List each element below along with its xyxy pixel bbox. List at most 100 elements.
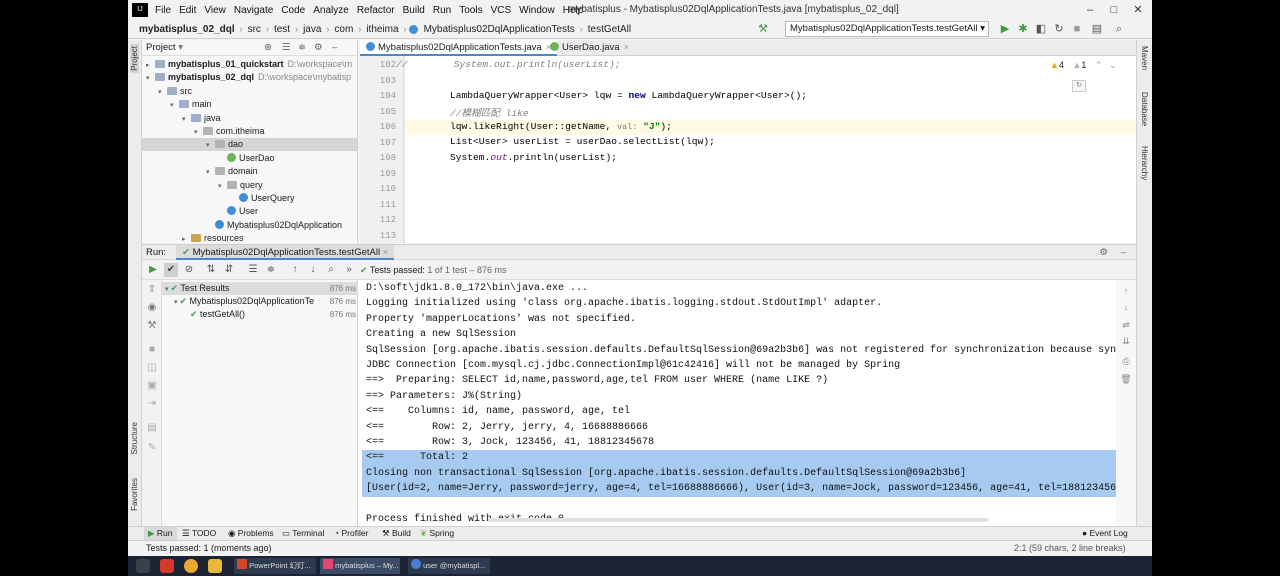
hide-icon[interactable]: – — [332, 40, 337, 56]
chevron-down-icon[interactable]: ⌄ — [1105, 60, 1117, 70]
run-configuration-select[interactable]: Mybatisplus02DqlApplicationTests.testGet… — [785, 21, 989, 37]
minimize-button[interactable]: – — [1078, 2, 1102, 18]
wrench-icon[interactable]: ⚒ — [145, 320, 159, 334]
chevron-down-icon[interactable]: ▾ — [182, 113, 191, 126]
menu-window[interactable]: Window — [515, 5, 559, 16]
coverage-icon[interactable]: ◧ — [1034, 22, 1048, 36]
folder-icon[interactable] — [208, 559, 222, 573]
menu-edit[interactable]: Edit — [175, 5, 200, 16]
previous-failed-icon[interactable]: ↑ — [288, 263, 302, 277]
chevron-down-icon[interactable]: ▾ — [218, 180, 227, 193]
breadcrumb-class[interactable]: Mybatisplus02DqlApplicationTests — [421, 24, 578, 35]
down-arrow-icon[interactable]: ↓ — [1120, 302, 1132, 314]
profile-icon[interactable]: ↻ — [1052, 22, 1066, 36]
build-hammer-icon[interactable]: ⚒ — [756, 22, 770, 36]
chevron-down-icon[interactable]: ▾ — [206, 166, 215, 179]
debug-icon[interactable]: ✱ — [1016, 22, 1030, 36]
test-tree-row[interactable]: ✔ testGetAll() 876 ms — [162, 308, 358, 321]
close-icon[interactable]: × — [383, 247, 389, 258]
breadcrumb-src[interactable]: src — [245, 24, 264, 35]
hide-icon[interactable]: – — [1121, 245, 1126, 260]
menu-navigate[interactable]: Navigate — [230, 5, 277, 16]
taskbar-app-intellij[interactable]: mybatisplus – My... — [320, 558, 400, 574]
project-tree-item[interactable]: ▾ mybatisplus_02_dql D:\workspace\mybatisp — [142, 71, 357, 84]
run-tab[interactable]: ✔ Mybatisplus02DqlApplicationTests.testG… — [176, 245, 395, 260]
gear-icon[interactable]: ⚙ — [1099, 245, 1108, 260]
chevron-right-icon[interactable]: ▸ — [182, 233, 191, 243]
pin-tab-icon[interactable]: ✎ — [145, 442, 159, 456]
pin-icon[interactable]: ⇧ — [145, 284, 159, 298]
collapse-all-icon[interactable]: ≑ — [298, 40, 306, 56]
run-icon[interactable]: ▶ — [998, 22, 1012, 36]
tab-userdao-java[interactable]: UserDao.java × — [544, 40, 635, 56]
menu-file[interactable]: File — [151, 5, 175, 16]
inspection-widget[interactable]: ▲4 ▲1 ⌃ ⌄ — [1050, 60, 1117, 71]
expand-all-icon[interactable]: ☰ — [282, 40, 291, 56]
test-tree-row[interactable]: ▾ ✔ Test Results 876 ms — [162, 282, 358, 295]
project-tree-item[interactable]: ▸ resources — [142, 232, 357, 243]
tab-profiler[interactable]: ◔ Profiler — [330, 527, 372, 541]
up-arrow-icon[interactable]: ↑ — [1120, 286, 1132, 298]
tab-run[interactable]: ▶ Run — [144, 527, 177, 541]
snapshot-icon[interactable]: ▣ — [145, 380, 159, 394]
soft-wrap-icon[interactable]: ⇌ — [1120, 320, 1132, 332]
menu-code[interactable]: Code — [277, 5, 309, 16]
console-output[interactable]: D:\soft\jdk1.8.0_172\bin\java.exe ... Log… — [358, 280, 1136, 526]
project-tree-item[interactable]: ▾ src — [142, 85, 357, 99]
maven-reload-icon[interactable]: ↻ — [1072, 80, 1086, 92]
console-hscrollbar[interactable] — [488, 518, 988, 522]
menu-refactor[interactable]: Refactor — [353, 5, 399, 16]
tab-tests-java[interactable]: Mybatisplus02DqlApplicationTests.java × — [360, 40, 558, 56]
collapse-all-icon[interactable]: ≑ — [264, 263, 278, 277]
menu-tools[interactable]: Tools — [455, 5, 486, 16]
chevron-right-icon[interactable]: ▸ — [146, 59, 155, 72]
exit-icon[interactable]: ⇥ — [145, 398, 159, 412]
rerun-icon[interactable]: ▶ — [146, 263, 160, 277]
project-tree-item[interactable]: UserDao — [142, 152, 357, 165]
menu-view[interactable]: View — [200, 5, 230, 16]
trash-icon[interactable]: 🗑 — [1120, 374, 1132, 386]
search-icon[interactable]: ⌕ — [1112, 22, 1126, 36]
favorites-tool-tab[interactable]: Favorites — [130, 478, 139, 511]
show-ignored-icon[interactable]: ⊘ — [182, 263, 196, 277]
scroll-to-end-icon[interactable]: ⇊ — [1120, 336, 1132, 348]
test-tree-row[interactable]: ▾ ✔ Mybatisplus02DqlApplicationTe 876 ms — [162, 295, 358, 308]
project-panel-title[interactable]: Project — [146, 42, 176, 53]
project-tree-item[interactable]: ▾ domain — [142, 165, 357, 179]
project-structure-icon[interactable]: ▤ — [1090, 22, 1104, 36]
camera-icon[interactable]: ◉ — [145, 302, 159, 316]
maven-tool-tab[interactable]: Maven — [1140, 46, 1149, 70]
tab-problems[interactable]: ◉ Problems — [224, 527, 278, 541]
database-tool-tab[interactable]: Database — [1140, 92, 1149, 126]
breadcrumb-test[interactable]: test — [271, 24, 293, 35]
app-icon[interactable] — [160, 559, 174, 573]
menu-build[interactable]: Build — [399, 5, 429, 16]
sort-duration-icon[interactable]: ⇵ — [222, 263, 236, 277]
show-passed-icon[interactable]: ✔ — [164, 263, 178, 277]
breadcrumb-method[interactable]: testGetAll — [585, 24, 634, 35]
menu-vcs[interactable]: VCS — [487, 5, 516, 16]
search-icon[interactable]: ⌕ — [324, 263, 338, 277]
print-icon[interactable]: ⎙ — [1120, 356, 1132, 368]
project-tree-item[interactable]: ▾ main — [142, 98, 357, 111]
stop-icon[interactable]: ■ — [1070, 22, 1084, 36]
chevron-down-icon[interactable]: ▾ — [158, 86, 167, 99]
taskbar-app-powerpoint[interactable]: PowerPoint 幻灯... — [234, 558, 316, 574]
layout-icon[interactable]: ▤ — [145, 422, 159, 436]
locate-icon[interactable]: ⊕ — [264, 40, 272, 56]
chevron-up-icon[interactable]: ⌃ — [1089, 60, 1103, 70]
hierarchy-tool-tab[interactable]: Hierarchy — [1140, 146, 1149, 180]
menu-analyze[interactable]: Analyze — [309, 5, 353, 16]
breadcrumb-java[interactable]: java — [300, 24, 324, 35]
project-tree-item[interactable]: UserQuery — [142, 192, 357, 205]
tab-build[interactable]: ⚒ Build — [378, 527, 415, 541]
dump-threads-icon[interactable]: ◫ — [145, 362, 159, 376]
more-icon[interactable]: » — [342, 263, 356, 277]
project-tool-tab[interactable]: Project — [130, 44, 139, 73]
chrome-icon[interactable] — [184, 559, 198, 573]
stop-icon[interactable]: ■ — [145, 344, 159, 358]
tab-spring[interactable]: ❦ Spring — [416, 527, 458, 541]
tab-event-log[interactable]: ● Event Log — [1078, 527, 1132, 541]
gear-icon[interactable]: ⚙ — [314, 40, 323, 56]
project-tree-item[interactable]: ▾ dao — [142, 138, 357, 152]
